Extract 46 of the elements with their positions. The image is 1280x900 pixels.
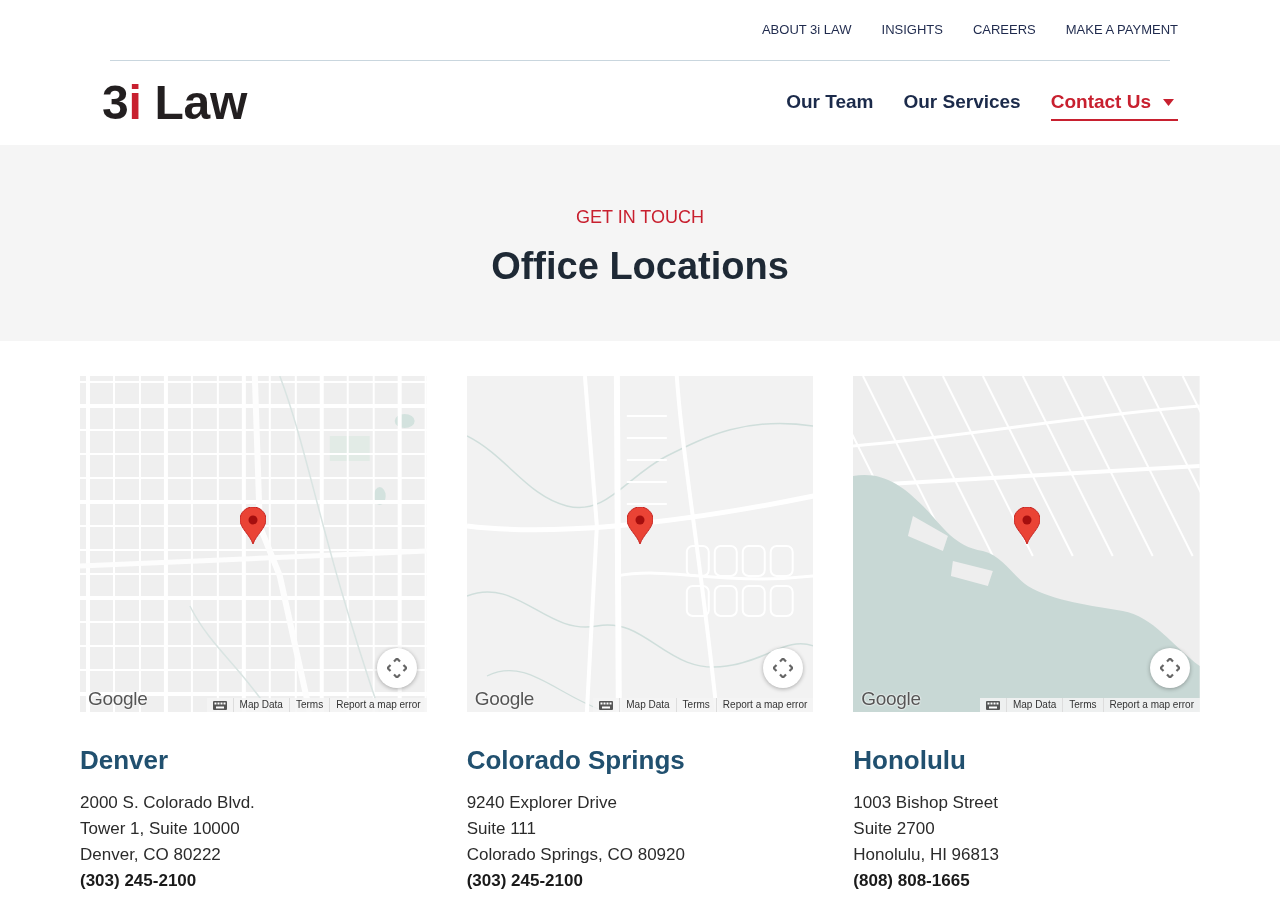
address-line: Colorado Springs, CO 80920	[466, 844, 685, 866]
address-line: Honolulu, HI 96813	[853, 844, 999, 866]
four-arrows-icon	[386, 658, 407, 678]
attribution-link[interactable]: Terms	[288, 698, 330, 712]
office-city-heading: Colorado Springs	[466, 744, 685, 776]
map-provider-logo[interactable]: Google	[861, 689, 921, 709]
map-provider-logo[interactable]: Google	[474, 689, 535, 709]
phone-number[interactable]: (303) 245-2100	[466, 868, 583, 894]
keyboard-icon[interactable]	[985, 700, 1000, 710]
attribution-link[interactable]: Report a map error	[1102, 698, 1200, 712]
address-line: 1003 Bishop Street	[853, 792, 998, 814]
map-pin-icon	[240, 507, 267, 544]
attribution-link[interactable]: Map Data	[619, 698, 676, 712]
top-nav-link[interactable]: MAKE A PAYMENT	[1065, 20, 1178, 40]
site-logo[interactable]: 3i Law	[102, 79, 247, 127]
address-line: 2000 S. Colorado Blvd.	[80, 792, 255, 814]
map-pin-icon	[627, 507, 653, 544]
keyboard-icon[interactable]	[212, 700, 227, 710]
keyboard-icon[interactable]	[599, 700, 614, 710]
attribution-link[interactable]: Map Data	[1005, 698, 1063, 712]
four-arrows-icon	[1160, 658, 1180, 678]
top-nav-link[interactable]: INSIGHTS	[881, 20, 943, 40]
map-provider-logo[interactable]: Google	[88, 689, 148, 709]
address-line: Suite 2700	[853, 818, 935, 840]
address-line: Denver, CO 80222	[80, 844, 221, 866]
page-heading: Office Locations	[491, 244, 789, 289]
attribution-link[interactable]: Terms	[1062, 698, 1103, 712]
attribution-link[interactable]: Report a map error	[329, 698, 427, 712]
office-city-heading: Denver	[80, 744, 169, 776]
phone-number[interactable]: (808) 808-1665	[853, 868, 970, 894]
office-city-heading: Honolulu	[853, 744, 966, 776]
map-pin-icon	[1013, 507, 1040, 544]
attribution-link[interactable]: Map Data	[232, 698, 289, 712]
four-arrows-icon	[773, 658, 794, 678]
nav-link[interactable]: Contact Us	[1050, 85, 1178, 121]
address-line: Suite 111	[466, 818, 536, 840]
top-nav-link[interactable]: CAREERS	[972, 20, 1036, 40]
top-nav-link[interactable]: ABOUT 3i LAW	[761, 20, 852, 40]
attribution-link[interactable]: Report a map error	[715, 698, 814, 712]
attribution-link[interactable]: Terms	[675, 698, 716, 712]
address-line: 9240 Explorer Drive	[466, 792, 617, 814]
phone-number[interactable]: (303) 245-2100	[80, 868, 197, 894]
section-eyebrow: GET IN TOUCH	[576, 206, 704, 228]
nav-link[interactable]: Our Team	[786, 85, 874, 121]
nav-link[interactable]: Our Services	[903, 85, 1021, 121]
address-line: Tower 1, Suite 10000	[80, 818, 240, 840]
